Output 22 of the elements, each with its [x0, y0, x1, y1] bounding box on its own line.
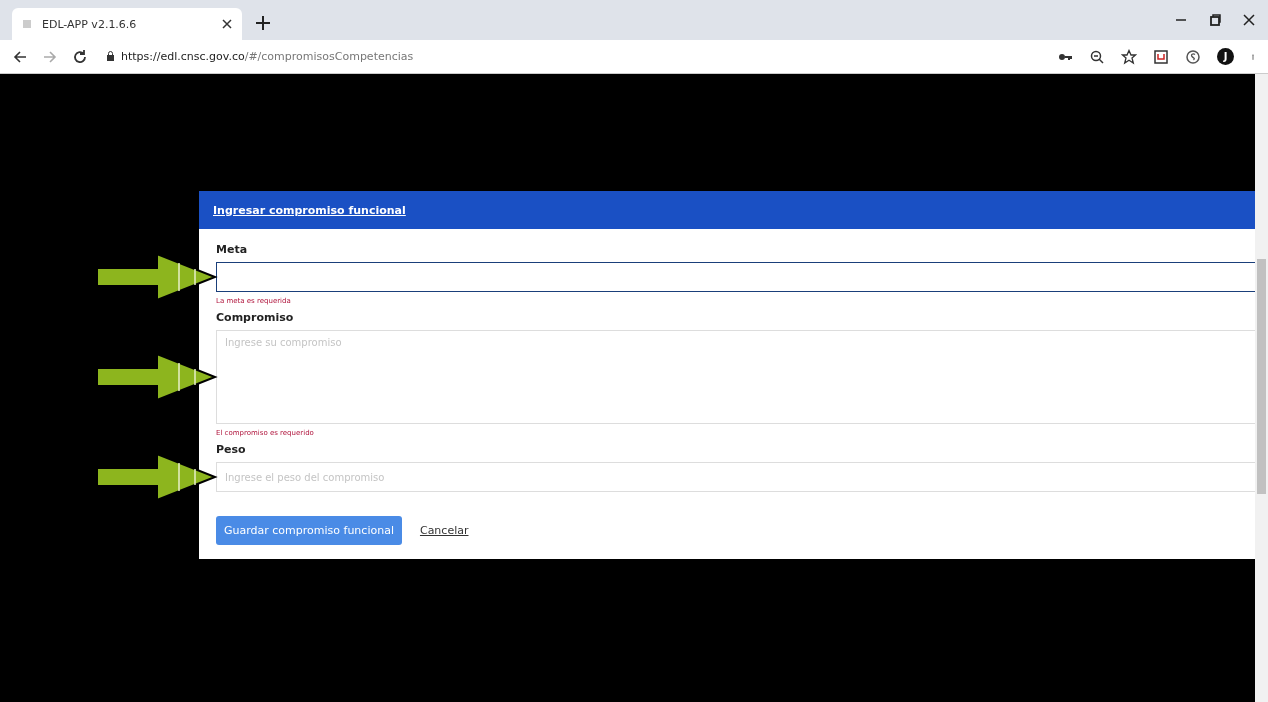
field-label: Peso [216, 443, 247, 456]
page-icon [22, 19, 32, 29]
input-field[interactable] [216, 262, 1255, 292]
extension-icon[interactable] [1185, 48, 1201, 65]
close-icon[interactable] [1242, 13, 1256, 27]
zoom-icon[interactable] [1089, 48, 1105, 65]
star-icon[interactable] [1121, 48, 1137, 65]
profile-avatar[interactable]: J [1217, 48, 1234, 65]
cancel-link[interactable]: Cancelar [419, 524, 469, 537]
close-icon[interactable] [222, 19, 232, 29]
reload-icon[interactable] [72, 48, 88, 65]
compromiso-field[interactable]: Ingrese su compromiso [216, 330, 1255, 424]
extension-icon[interactable] [1153, 48, 1169, 65]
scrollbar[interactable] [1255, 74, 1268, 702]
address-field[interactable]: https://edl.cnsc.gov.co/#/compromisosCompetencias [106, 50, 414, 63]
dialog-title: Ingresar compromiso funcional [213, 203, 406, 217]
browser-tab[interactable]: EDL-APP v2.1.6.6 [12, 8, 242, 40]
lock-icon [106, 51, 115, 61]
restore-icon[interactable] [1208, 13, 1222, 27]
field-label: Compromiso [216, 311, 295, 324]
field-label: Meta [216, 243, 249, 256]
back-icon[interactable] [12, 48, 28, 65]
